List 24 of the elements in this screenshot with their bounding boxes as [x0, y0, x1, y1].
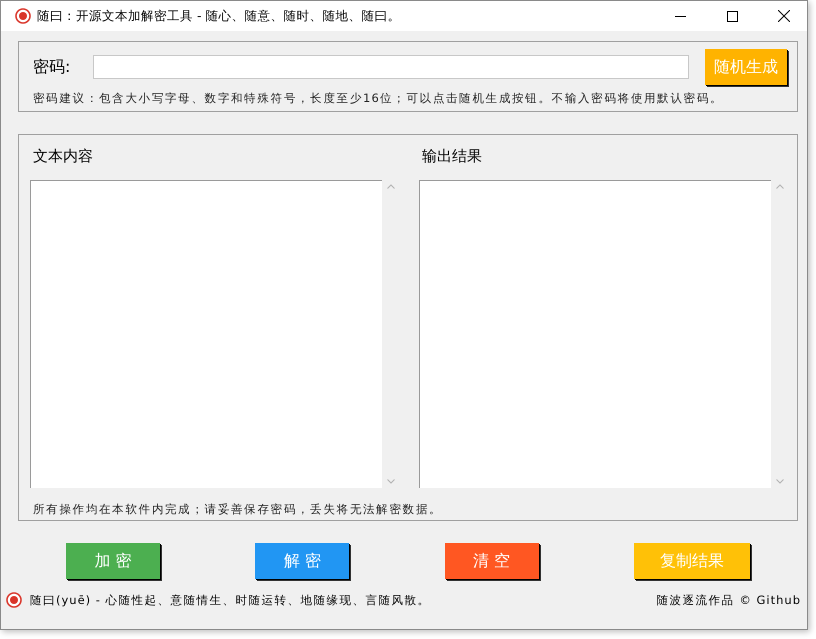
output-text-area[interactable]	[419, 180, 771, 488]
maximize-icon[interactable]	[726, 10, 738, 22]
password-field[interactable]	[93, 55, 689, 79]
security-note: 所有操作均在本软件内完成；请妥善保存密码，丢失将无法解密数据。	[32, 501, 444, 518]
scroll-up-icon[interactable]	[776, 184, 784, 189]
input-text-area[interactable]	[30, 180, 382, 488]
close-icon[interactable]	[778, 10, 790, 22]
action-button[interactable]: 加 密	[66, 543, 160, 579]
action-button[interactable]: 清 空	[444, 543, 539, 579]
credit-text: 随波逐流作品 © Github	[656, 592, 801, 608]
panel-title: 文本内容	[32, 146, 94, 167]
password-hint: 密码建议：包含大小写字母、数字和特殊符号，长度至少16位；可以点击随机生成按钮。不输入密码将使用默认密码。	[32, 90, 724, 107]
logo-icon	[15, 8, 31, 24]
action-button[interactable]: 复制结果	[634, 543, 750, 579]
scroll-down-icon[interactable]	[386, 479, 394, 484]
scroll-up-icon[interactable]	[386, 184, 394, 189]
generate-button[interactable]: 随机生成	[705, 49, 787, 85]
scroll-down-icon[interactable]	[776, 479, 784, 484]
action-button[interactable]: 解 密	[255, 543, 350, 579]
logo-icon	[6, 592, 22, 608]
panel-title: 输出结果	[421, 146, 483, 167]
window-title: 随曰：开源文本加解密工具 - 随心、随意、随时、随地、随曰。	[37, 8, 402, 24]
motto-text: 随曰(yuē) - 心随性起、意随情生、时随运转、地随缘现、言随风散。	[30, 592, 431, 608]
password-label: 密码:	[33, 56, 72, 78]
